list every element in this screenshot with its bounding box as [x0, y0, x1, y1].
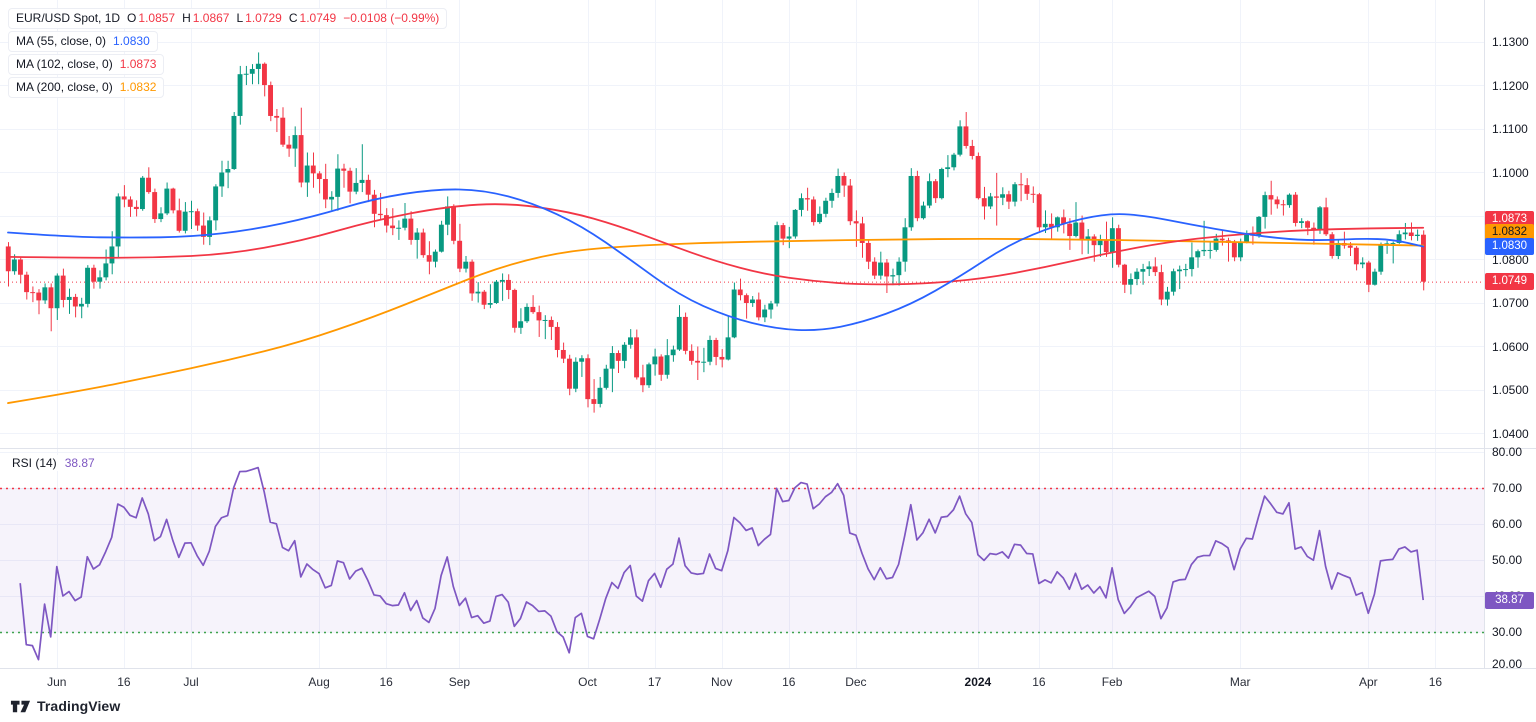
- rsi-axis-label: 80.00: [1492, 445, 1523, 459]
- rsi-value: 38.87: [64, 456, 95, 470]
- time-axis-label: 16: [1428, 675, 1443, 689]
- close-value: C 1.0749: [288, 11, 337, 25]
- tradingview-chart: EUR/USD Spot, 1D O 1.0857 H 1.0867 L 1.0729…: [0, 0, 1536, 722]
- price-axis-label: 1.1100: [1492, 122, 1528, 136]
- ma200-value: 1.0832: [119, 80, 157, 94]
- tradingview-attribution[interactable]: TradingView: [10, 698, 120, 714]
- ma55-legend-row[interactable]: MA (55, close, 0) 1.0830: [8, 31, 158, 52]
- price-axis-label: 1.0600: [1492, 339, 1529, 354]
- attribution-label: TradingView: [37, 698, 121, 714]
- time-axis-label: Apr: [1358, 675, 1378, 689]
- time-axis-label: Mar: [1229, 675, 1251, 689]
- tradingview-logo-icon: [10, 700, 31, 712]
- symbol-title: EUR/USD Spot, 1D: [16, 11, 121, 25]
- rsi-legend-row[interactable]: RSI (14) 38.87: [8, 455, 99, 471]
- time-axis-label: 16: [1032, 675, 1046, 689]
- time-axis-label: 17: [647, 675, 662, 689]
- rsi-axis-label: 30.00: [1492, 625, 1523, 639]
- time-axis-label: Feb: [1101, 675, 1123, 689]
- ma102-value: 1.0873: [119, 57, 157, 71]
- rsi-axis-label: 70.00: [1492, 481, 1523, 495]
- time-axis-label: 16: [117, 675, 131, 689]
- change-value: −0.0108 (−0.99%): [343, 11, 440, 25]
- time-axis-label: 16: [379, 675, 393, 689]
- time-axis-label: Oct: [578, 675, 597, 689]
- ma102-label: MA (102, close, 0): [16, 57, 113, 71]
- price-axis-label: 1.0400: [1492, 426, 1529, 441]
- time-axis-label: Nov: [711, 675, 733, 689]
- time-axis-label: Sep: [448, 675, 471, 689]
- ma200-legend-row[interactable]: MA (200, close, 0) 1.0832: [8, 77, 165, 98]
- rsi-axis-label: 50.00: [1492, 553, 1523, 567]
- chart-canvas[interactable]: [0, 0, 1536, 722]
- time-axis-label: Jun: [47, 675, 67, 689]
- symbol-legend-row[interactable]: EUR/USD Spot, 1D O 1.0857 H 1.0867 L 1.0729…: [8, 8, 448, 29]
- low-value: L 1.0729: [236, 11, 282, 25]
- price-axis-label: 1.1300: [1492, 35, 1529, 49]
- chart-legend: EUR/USD Spot, 1D O 1.0857 H 1.0867 L 1.0729…: [8, 8, 448, 100]
- rsi-label: RSI (14): [12, 456, 57, 470]
- high-value: H 1.0867: [182, 11, 230, 25]
- time-axis-label: 16: [782, 675, 796, 689]
- ma55-value: 1.0830: [113, 34, 150, 48]
- price-axis-label: 1.1000: [1492, 165, 1529, 180]
- ma55-label: MA (55, close, 0): [16, 34, 107, 48]
- open-value: O 1.0857: [127, 11, 176, 25]
- time-axis-label: Dec: [845, 675, 867, 689]
- price-axis-label: 1.0700: [1492, 296, 1529, 310]
- time-axis-label: Jul: [183, 675, 199, 689]
- time-axis-label: 2024: [964, 675, 992, 689]
- price-axis-label: 1.1200: [1492, 78, 1529, 93]
- price-axis[interactable]: 1.13001.12001.11001.10001.09001.08001.07…: [1484, 0, 1536, 671]
- ma55-price-label: 1.0830: [1485, 237, 1534, 255]
- ma102-legend-row[interactable]: MA (102, close, 0) 1.0873: [8, 54, 165, 75]
- price-axis-label: 1.0500: [1492, 383, 1529, 397]
- ma200-label: MA (200, close, 0): [16, 80, 113, 94]
- rsi-value-label: 38.87: [1485, 591, 1534, 609]
- time-axis-label: Aug: [308, 675, 330, 689]
- rsi-axis-label: 60.00: [1492, 517, 1523, 531]
- last-price-label: 1.0749: [1485, 273, 1534, 291]
- time-axis[interactable]: Jun 16 Jul Aug 16 Sep Oct 17 Nov 16 Dec 2024 16 Feb Ma…: [0, 668, 1536, 696]
